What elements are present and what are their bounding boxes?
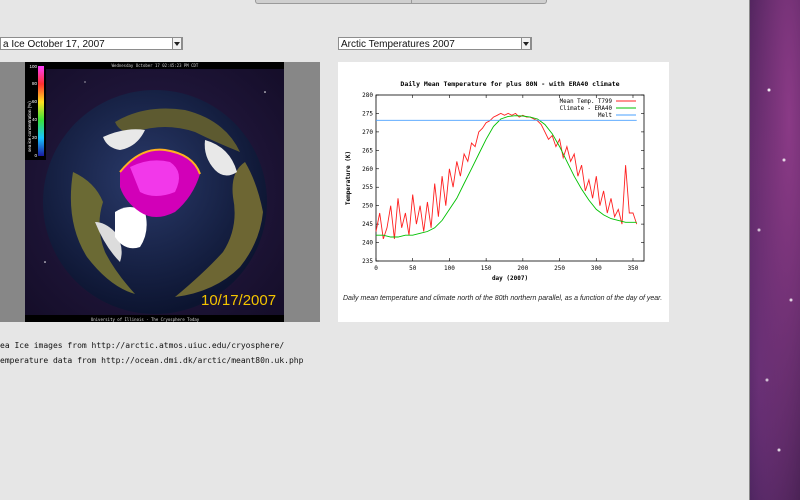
x-tick-label: 50 — [409, 265, 417, 272]
y-tick-label: 240 — [362, 240, 373, 247]
y-tick-label: 255 — [362, 184, 373, 191]
legend-title: sea ice concentration (%) — [27, 101, 32, 152]
legend-tick: 40 — [32, 117, 38, 122]
sea-ice-map: Wednesday October 17 02:45:23 PM CDT sea… — [25, 62, 284, 322]
image-footer: University of Illinois - The Cryosphere … — [91, 317, 200, 322]
x-tick-label: 100 — [444, 265, 455, 272]
legend-tick: 100 — [29, 64, 37, 69]
temperature-year-select[interactable]: Arctic Temperatures 2007 — [338, 37, 532, 50]
y-tick-label: 245 — [362, 221, 373, 228]
sea-ice-date-select[interactable]: a Ice October 17, 2007 — [0, 37, 183, 50]
chart-caption: Daily mean temperature and climate north… — [343, 295, 663, 302]
legend-label: Melt — [598, 113, 612, 119]
legend-tick: 80 — [32, 81, 38, 86]
y-tick-label: 250 — [362, 203, 373, 210]
y-tick-label: 265 — [362, 147, 373, 154]
sea-ice-credit: ea Ice images from http://arctic.atmos.u… — [0, 341, 285, 350]
y-tick-label: 280 — [362, 92, 373, 99]
temperature-chart-panel: Daily Mean Temperature for plus 80N - wi… — [338, 62, 669, 322]
climate-series-line — [376, 115, 637, 238]
chevron-down-icon[interactable] — [172, 37, 182, 50]
x-tick-label: 300 — [591, 265, 602, 272]
x-tick-label: 350 — [628, 265, 639, 272]
sea-ice-date-select-value: a Ice October 17, 2007 — [3, 39, 105, 50]
y-tick-label: 235 — [362, 258, 373, 265]
mean-temp-series-line — [375, 112, 638, 240]
image-date-overlay: 10/17/2007 — [201, 292, 276, 309]
temperature-chart: Daily Mean Temperature for plus 80N - wi… — [345, 80, 645, 282]
legend-label: Mean Temp. T799 — [560, 99, 613, 105]
x-tick-label: 0 — [374, 265, 378, 272]
legend-color-bar — [38, 66, 44, 156]
x-tick-label: 250 — [554, 265, 565, 272]
y-tick-label: 270 — [362, 129, 373, 136]
chart-title: Daily Mean Temperature for plus 80N - wi… — [400, 80, 619, 88]
legend-tick: 20 — [32, 135, 38, 140]
temperature-credit: emperature data from http://ocean.dmi.dk… — [0, 356, 304, 365]
segment-divider — [411, 0, 412, 3]
sea-ice-image: Wednesday October 17 02:45:23 PM CDT sea… — [25, 62, 284, 322]
image-timestamp: Wednesday October 17 02:45:23 PM CDT — [112, 63, 199, 68]
legend-label: Climate - ERA40 — [560, 106, 613, 112]
desktop-background — [749, 0, 800, 500]
temperature-year-select-value: Arctic Temperatures 2007 — [341, 39, 455, 50]
legend-tick: 60 — [32, 99, 38, 104]
y-tick-label: 275 — [362, 110, 373, 117]
x-tick-label: 200 — [517, 265, 528, 272]
toolbar-segmented-control[interactable] — [255, 0, 547, 4]
x-axis-label: day (2007) — [492, 275, 528, 282]
y-axis-label: Temperature (K) — [345, 151, 352, 205]
x-tick-label: 150 — [481, 265, 492, 272]
window-edge — [749, 0, 750, 500]
y-tick-label: 260 — [362, 166, 373, 173]
chevron-down-icon[interactable] — [521, 37, 531, 50]
